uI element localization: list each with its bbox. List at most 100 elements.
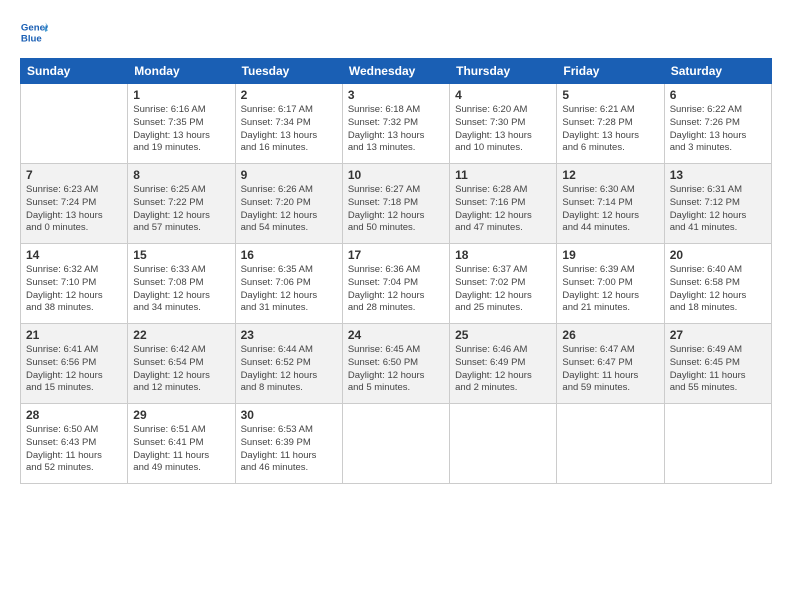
calendar-row-4: 28 Sunrise: 6:50 AM Sunset: 6:43 PM Dayli… — [21, 404, 772, 484]
day-number: 17 — [348, 248, 444, 262]
calendar-cell: 25Sunrise: 6:46 AM Sunset: 6:49 PM Dayli… — [450, 324, 557, 404]
day-info: Sunrise: 6:35 AM Sunset: 7:06 PM Dayligh… — [241, 264, 337, 315]
day-info: Sunrise: 6:51 AM Sunset: 6:41 PM Dayligh… — [133, 424, 229, 475]
day-number: 27 — [670, 328, 766, 342]
calendar-cell: 15 Sunrise: 6:33 AM Sunset: 7:08 PM Dayli… — [128, 244, 235, 324]
day-info: Sunrise: 6:40 AM Sunset: 6:58 PM Dayligh… — [670, 264, 766, 315]
calendar-cell: 19 Sunrise: 6:39 AM Sunset: 7:00 PM Dayli… — [557, 244, 664, 324]
day-number: 11 — [455, 168, 551, 182]
weekday-saturday: Saturday — [664, 59, 771, 84]
calendar-cell: 13Sunrise: 6:31 AM Sunset: 7:12 PM Dayli… — [664, 164, 771, 244]
calendar-cell: 29 Sunrise: 6:51 AM Sunset: 6:41 PM Dayli… — [128, 404, 235, 484]
day-number: 9 — [241, 168, 337, 182]
day-number: 3 — [348, 88, 444, 102]
day-number: 14 — [26, 248, 122, 262]
calendar-cell: 20 Sunrise: 6:40 AM Sunset: 6:58 PM Dayli… — [664, 244, 771, 324]
day-info: Sunrise: 6:31 AM Sunset: 7:12 PM Dayligh… — [670, 184, 766, 235]
day-info: Sunrise: 6:27 AM Sunset: 7:18 PM Dayligh… — [348, 184, 444, 235]
calendar-cell: 1 Sunrise: 6:16 AM Sunset: 7:35 PM Daylig… — [128, 84, 235, 164]
day-info: Sunrise: 6:20 AM Sunset: 7:30 PM Dayligh… — [455, 104, 551, 155]
day-number: 28 — [26, 408, 122, 422]
day-number: 6 — [670, 88, 766, 102]
svg-text:Blue: Blue — [21, 34, 42, 45]
day-info: Sunrise: 6:53 AM Sunset: 6:39 PM Dayligh… — [241, 424, 337, 475]
calendar-cell — [664, 404, 771, 484]
day-number: 7 — [26, 168, 122, 182]
day-info: Sunrise: 6:36 AM Sunset: 7:04 PM Dayligh… — [348, 264, 444, 315]
day-info: Sunrise: 6:47 AM Sunset: 6:47 PM Dayligh… — [562, 344, 658, 395]
day-info: Sunrise: 6:17 AM Sunset: 7:34 PM Dayligh… — [241, 104, 337, 155]
day-info: Sunrise: 6:39 AM Sunset: 7:00 PM Dayligh… — [562, 264, 658, 315]
day-number: 2 — [241, 88, 337, 102]
day-info: Sunrise: 6:49 AM Sunset: 6:45 PM Dayligh… — [670, 344, 766, 395]
calendar-cell: 10 Sunrise: 6:27 AM Sunset: 7:18 PM Dayli… — [342, 164, 449, 244]
day-number: 16 — [241, 248, 337, 262]
calendar-cell: 12Sunrise: 6:30 AM Sunset: 7:14 PM Dayli… — [557, 164, 664, 244]
calendar-cell: 5Sunrise: 6:21 AM Sunset: 7:28 PM Daylig… — [557, 84, 664, 164]
calendar-cell: 9Sunrise: 6:26 AM Sunset: 7:20 PM Daylig… — [235, 164, 342, 244]
page: General Blue SundayMondayTuesdayWednesda… — [0, 0, 792, 612]
day-number: 10 — [348, 168, 444, 182]
calendar-cell: 3Sunrise: 6:18 AM Sunset: 7:32 PM Daylig… — [342, 84, 449, 164]
calendar-cell: 23Sunrise: 6:44 AM Sunset: 6:52 PM Dayli… — [235, 324, 342, 404]
calendar-row-3: 21Sunrise: 6:41 AM Sunset: 6:56 PM Dayli… — [21, 324, 772, 404]
calendar-cell — [450, 404, 557, 484]
day-info: Sunrise: 6:30 AM Sunset: 7:14 PM Dayligh… — [562, 184, 658, 235]
calendar-row-2: 14 Sunrise: 6:32 AM Sunset: 7:10 PM Dayli… — [21, 244, 772, 324]
calendar-cell: 26 Sunrise: 6:47 AM Sunset: 6:47 PM Dayli… — [557, 324, 664, 404]
day-info: Sunrise: 6:25 AM Sunset: 7:22 PM Dayligh… — [133, 184, 229, 235]
day-number: 8 — [133, 168, 229, 182]
day-number: 30 — [241, 408, 337, 422]
day-number: 18 — [455, 248, 551, 262]
weekday-tuesday: Tuesday — [235, 59, 342, 84]
weekday-monday: Monday — [128, 59, 235, 84]
day-info: Sunrise: 6:37 AM Sunset: 7:02 PM Dayligh… — [455, 264, 551, 315]
header: General Blue — [20, 18, 772, 46]
day-number: 19 — [562, 248, 658, 262]
calendar-cell: 27 Sunrise: 6:49 AM Sunset: 6:45 PM Dayli… — [664, 324, 771, 404]
calendar-cell: 16 Sunrise: 6:35 AM Sunset: 7:06 PM Dayli… — [235, 244, 342, 324]
calendar-cell: 2 Sunrise: 6:17 AM Sunset: 7:34 PM Daylig… — [235, 84, 342, 164]
calendar-cell: 21Sunrise: 6:41 AM Sunset: 6:56 PM Dayli… — [21, 324, 128, 404]
calendar-cell — [342, 404, 449, 484]
logo-icon: General Blue — [20, 18, 48, 46]
day-number: 15 — [133, 248, 229, 262]
day-info: Sunrise: 6:46 AM Sunset: 6:49 PM Dayligh… — [455, 344, 551, 395]
calendar-cell: 22 Sunrise: 6:42 AM Sunset: 6:54 PM Dayli… — [128, 324, 235, 404]
calendar-table: SundayMondayTuesdayWednesdayThursdayFrid… — [20, 58, 772, 484]
calendar-cell: 14 Sunrise: 6:32 AM Sunset: 7:10 PM Dayli… — [21, 244, 128, 324]
day-number: 24 — [348, 328, 444, 342]
day-number: 29 — [133, 408, 229, 422]
day-number: 26 — [562, 328, 658, 342]
weekday-sunday: Sunday — [21, 59, 128, 84]
day-info: Sunrise: 6:50 AM Sunset: 6:43 PM Dayligh… — [26, 424, 122, 475]
calendar-row-0: 1 Sunrise: 6:16 AM Sunset: 7:35 PM Daylig… — [21, 84, 772, 164]
calendar-cell: 7 Sunrise: 6:23 AM Sunset: 7:24 PM Daylig… — [21, 164, 128, 244]
calendar-cell: 6 Sunrise: 6:22 AM Sunset: 7:26 PM Daylig… — [664, 84, 771, 164]
day-info: Sunrise: 6:22 AM Sunset: 7:26 PM Dayligh… — [670, 104, 766, 155]
calendar-row-1: 7 Sunrise: 6:23 AM Sunset: 7:24 PM Daylig… — [21, 164, 772, 244]
calendar-cell: 4 Sunrise: 6:20 AM Sunset: 7:30 PM Daylig… — [450, 84, 557, 164]
day-number: 21 — [26, 328, 122, 342]
calendar-cell: 28 Sunrise: 6:50 AM Sunset: 6:43 PM Dayli… — [21, 404, 128, 484]
logo: General Blue — [20, 18, 48, 46]
day-number: 20 — [670, 248, 766, 262]
calendar-cell: 30 Sunrise: 6:53 AM Sunset: 6:39 PM Dayli… — [235, 404, 342, 484]
weekday-thursday: Thursday — [450, 59, 557, 84]
calendar-cell: 24 Sunrise: 6:45 AM Sunset: 6:50 PM Dayli… — [342, 324, 449, 404]
calendar-cell: 8 Sunrise: 6:25 AM Sunset: 7:22 PM Daylig… — [128, 164, 235, 244]
weekday-friday: Friday — [557, 59, 664, 84]
day-info: Sunrise: 6:42 AM Sunset: 6:54 PM Dayligh… — [133, 344, 229, 395]
day-info: Sunrise: 6:33 AM Sunset: 7:08 PM Dayligh… — [133, 264, 229, 315]
day-info: Sunrise: 6:21 AM Sunset: 7:28 PM Dayligh… — [562, 104, 658, 155]
day-number: 4 — [455, 88, 551, 102]
calendar-cell: 18 Sunrise: 6:37 AM Sunset: 7:02 PM Dayli… — [450, 244, 557, 324]
day-info: Sunrise: 6:16 AM Sunset: 7:35 PM Dayligh… — [133, 104, 229, 155]
day-number: 22 — [133, 328, 229, 342]
day-info: Sunrise: 6:45 AM Sunset: 6:50 PM Dayligh… — [348, 344, 444, 395]
day-info: Sunrise: 6:23 AM Sunset: 7:24 PM Dayligh… — [26, 184, 122, 235]
day-info: Sunrise: 6:32 AM Sunset: 7:10 PM Dayligh… — [26, 264, 122, 315]
day-info: Sunrise: 6:44 AM Sunset: 6:52 PM Dayligh… — [241, 344, 337, 395]
day-info: Sunrise: 6:28 AM Sunset: 7:16 PM Dayligh… — [455, 184, 551, 235]
day-number: 1 — [133, 88, 229, 102]
